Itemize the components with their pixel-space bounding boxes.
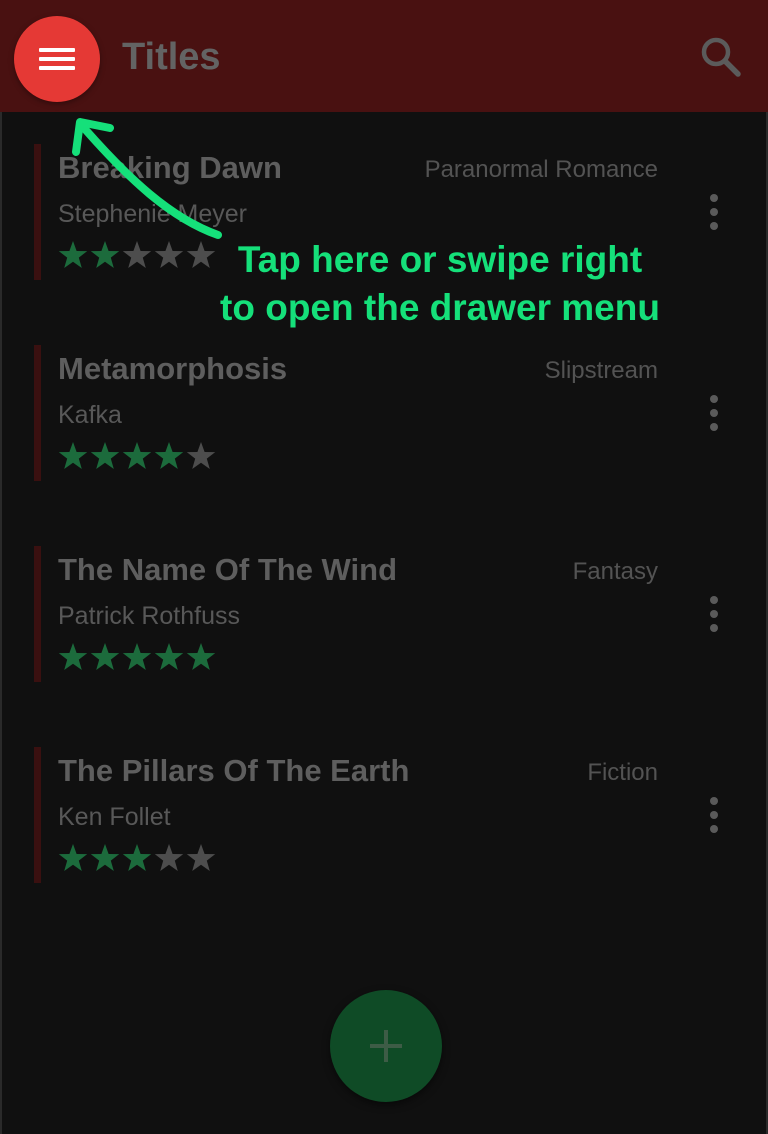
book-genre: Fiction [587,759,658,786]
more-vertical-icon [704,395,724,431]
more-vertical-icon [704,194,724,230]
add-book-button[interactable] [330,990,442,1102]
star-filled-icon [122,844,152,871]
star-filled-icon [122,442,152,469]
search-icon [701,37,741,77]
menu-button[interactable] [14,16,100,102]
star-empty-icon [186,442,216,469]
more-options-button[interactable] [704,395,724,431]
more-options-button[interactable] [704,596,724,632]
app-title: Titles [122,36,221,78]
star-filled-icon [154,442,184,469]
more-vertical-icon [704,596,724,632]
card-accent-bar [34,546,41,682]
drawer-hint-text: Tap here or swipe right to open the draw… [160,236,720,332]
star-filled-icon [58,643,88,670]
book-author: Ken Follet [58,803,171,831]
star-filled-icon [122,643,152,670]
star-filled-icon [58,442,88,469]
card-accent-bar [34,144,41,280]
drawer-hint-line-1: Tap here or swipe right [237,239,643,280]
card-accent-bar [34,747,41,883]
book-author: Kafka [58,401,122,429]
star-empty-icon [186,844,216,871]
star-filled-icon [186,643,216,670]
more-vertical-icon [704,797,724,833]
book-genre: Paranormal Romance [424,156,658,183]
app-bar: Titles [0,0,768,112]
more-options-button[interactable] [704,194,724,230]
star-filled-icon [90,844,120,871]
star-filled-icon [58,844,88,871]
book-title: The Name Of The Wind [58,552,398,587]
drawer-hint-line-2: to open the drawer menu [220,287,660,328]
book-genre: Fantasy [572,558,658,585]
more-options-button[interactable] [704,797,724,833]
screen: Titles Breaking Dawn Paranormal Romance St… [0,0,768,1134]
book-card[interactable]: The Pillars Of The Earth Fiction Ken Folle… [34,747,734,883]
book-card[interactable]: The Name Of The Wind Fantasy Patrick Rothf… [34,546,734,682]
star-filled-icon [90,442,120,469]
book-title: Metamorphosis [58,351,288,386]
star-empty-icon [154,844,184,871]
book-author: Patrick Rothfuss [58,602,241,630]
left-screen-edge [0,0,2,1134]
search-button[interactable] [698,34,744,80]
star-filled-icon [90,643,120,670]
book-card[interactable]: Metamorphosis Slipstream Kafka [34,345,734,481]
card-accent-bar [34,345,41,481]
star-filled-icon [154,643,184,670]
book-genre: Slipstream [544,357,658,384]
book-title: The Pillars Of The Earth [58,753,410,788]
